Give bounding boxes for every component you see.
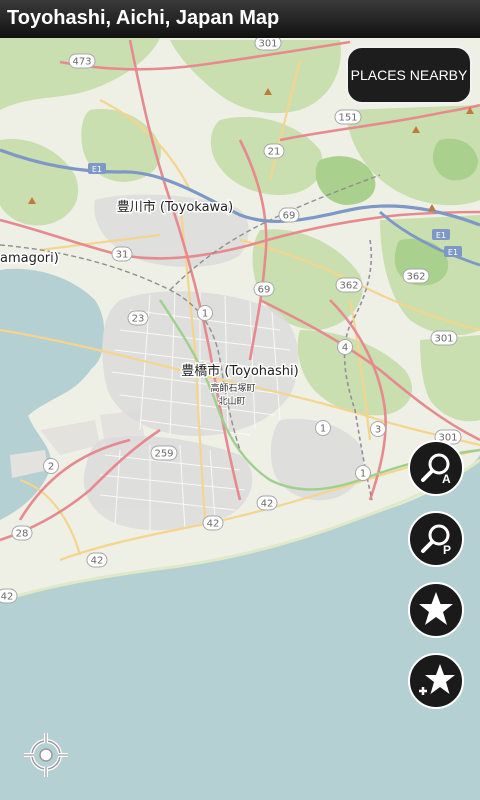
road-shield-r23: 23 (132, 314, 145, 325)
favorites-button[interactable] (408, 582, 464, 638)
expressway-label-2: E1 (436, 231, 446, 240)
road-shield-r473: 473 (72, 57, 91, 68)
road-shield-r42d: 42 (1, 592, 14, 603)
search-places-button[interactable]: P (408, 511, 464, 567)
search-places-badge: P (443, 543, 452, 557)
places-nearby-button[interactable]: PLACES NEARBY (346, 46, 472, 104)
road-shield-r42a: 42 (261, 499, 274, 510)
add-star-icon (419, 664, 455, 695)
road-shield-r362a: 362 (406, 272, 425, 283)
road-shield-r1b: 1 (320, 424, 326, 435)
search-address-icon (421, 453, 450, 482)
expressway-label-3: E1 (448, 248, 458, 257)
road-shield-r42b: 42 (207, 519, 220, 530)
search-places-icon (421, 524, 450, 553)
road-shield-r31: 31 (116, 250, 129, 261)
app-title: Toyohashi, Aichi, Japan Map (7, 7, 280, 29)
star-icon (419, 592, 453, 625)
road-shield-r2: 2 (48, 462, 54, 473)
road-shield-r28: 28 (16, 529, 29, 540)
road-shield-r1c: 1 (360, 469, 366, 480)
road-shield-r4: 4 (342, 343, 348, 354)
road-shield-r362b: 362 (339, 281, 358, 292)
road-shield-r259: 259 (154, 449, 173, 460)
search-address-button[interactable]: A (408, 440, 464, 496)
expressway-label-1: E1 (92, 165, 102, 174)
label-toyohashi: 豊橋市 (Toyohashi) (181, 363, 298, 379)
road-shield-r301b: 301 (434, 334, 453, 345)
road-shield-r69b: 69 (258, 285, 271, 296)
label-toyokawa: 豊川市 (Toyokawa) (117, 199, 233, 215)
road-shield-r301a: 301 (258, 39, 277, 50)
road-shield-r1a: 1 (202, 309, 208, 320)
road-shield-r21: 21 (268, 147, 281, 158)
add-favorite-button[interactable] (408, 653, 464, 709)
road-shield-r151: 151 (338, 113, 357, 124)
crosshair-icon (24, 733, 68, 777)
title-bar: Toyohashi, Aichi, Japan Map (0, 0, 480, 39)
my-location-button[interactable] (22, 731, 70, 779)
label-gamagori: amagori) (0, 251, 59, 266)
road-shield-r69a: 69 (283, 211, 296, 222)
label-takashi: 高師石塚町 (210, 382, 255, 394)
road-shield-r42c: 42 (91, 556, 104, 567)
search-address-badge: A (442, 472, 451, 486)
label-kitayama: 北山町 (218, 396, 245, 407)
road-shield-r3: 3 (375, 425, 381, 436)
